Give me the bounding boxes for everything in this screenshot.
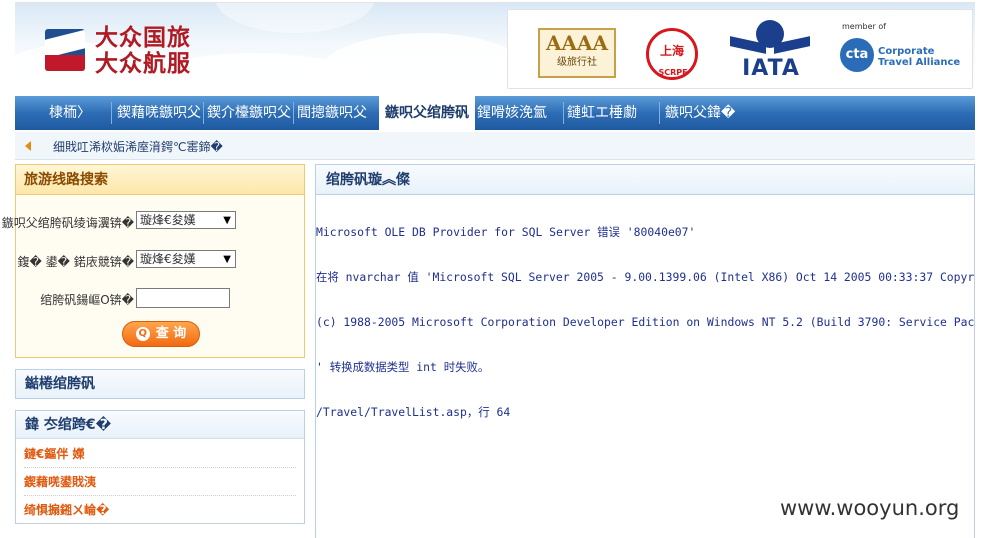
- departure-city-label: 鍑� 鍙� 鍩庡競锛�: [17, 255, 134, 269]
- arrow-left-icon[interactable]: [25, 141, 31, 151]
- hot-routes-title[interactable]: 鐑棬绾胯矾: [16, 370, 304, 398]
- nav-divider: [111, 102, 112, 124]
- dropdown-arrow-icon: ▼: [223, 215, 231, 226]
- departure-city-select[interactable]: 璇烽€夋嫨 ▼: [136, 250, 236, 268]
- nav-item-international[interactable]: 鍥介檯鏃呮父: [207, 96, 291, 130]
- route-name-label: 绾胯矾鍚嶇О锛�: [40, 293, 134, 307]
- error-line: (c) 1988-2005 Microsoft Corporation Deve…: [316, 315, 974, 329]
- route-link-item[interactable]: 鍥藉唴鍙戝洟: [24, 469, 296, 496]
- nav-item-domestic[interactable]: 鍥藉唴鏃呮父: [117, 96, 201, 130]
- route-type-value: 璇烽€夋嫨: [140, 213, 196, 227]
- aaaa-badge: AAAA 级旅行社: [538, 28, 616, 78]
- query-button-label: 查 询: [155, 326, 187, 341]
- search-panel-title: 旅游线路搜索: [16, 165, 304, 195]
- departure-city-row: 鍑� 鍙� 鍩庡競锛� 璇烽€夋嫨 ▼: [16, 250, 306, 272]
- main-nav: 棣栭〉 鍥藉唴鏃呮父 鍥介檯鏃呮父 閭摠鏃呮父 鏃呮父绾胯矾 鍟嗗姟浼氳 鏈虹エ…: [15, 96, 975, 130]
- cta-member-label: member of: [842, 22, 887, 31]
- route-type-select[interactable]: 璇烽€夋嫨 ▼: [136, 211, 236, 229]
- route-link-item[interactable]: 鏈€鏂伴 嬫: [24, 441, 296, 468]
- nav-item-tickets[interactable]: 鏈虹エ棰勮: [567, 96, 637, 130]
- nav-item-company[interactable]: 鏃呮父鍏�: [665, 96, 735, 130]
- header-banner: 大众国旅 大众航服 AAAA 级旅行社 上海 SCRPF IATA member…: [15, 2, 975, 94]
- nav-item-business[interactable]: 鍟嗗姟浼氳: [477, 96, 547, 130]
- page: 大众国旅 大众航服 AAAA 级旅行社 上海 SCRPF IATA member…: [2, 0, 975, 538]
- logo-line-1: 大众国旅: [95, 24, 191, 51]
- dropdown-arrow-icon: ▼: [223, 254, 231, 265]
- route-name-row: 绾胯矾鍚嶇О锛�: [16, 288, 306, 310]
- nav-item-home[interactable]: 棣栭〉: [49, 96, 91, 130]
- search-icon: Q: [135, 327, 150, 341]
- cta-circle-icon: cta: [840, 38, 874, 72]
- route-links-panel: 鍏 冭绾跨€� 鏈€鏂伴 嬫 鍥藉唴鍙戝洟 绮惧搧鎺ㄨ崘�: [15, 410, 305, 524]
- cloud-decoration: [315, 33, 535, 94]
- route-detail-panel: 绾胯矾璇︽儏 Microsoft OLE DB Provider for SQL…: [315, 164, 975, 538]
- error-line: Microsoft OLE DB Provider for SQL Server…: [316, 225, 696, 239]
- sql-error-message: Microsoft OLE DB Provider for SQL Server…: [316, 195, 974, 450]
- company-logo-text[interactable]: 大众国旅 大众航服: [95, 25, 225, 77]
- error-line: 在将 nvarchar 值 'Microsoft SQL Server 2005…: [316, 270, 974, 284]
- nav-divider: [563, 102, 564, 124]
- cloud-decoration: [215, 3, 375, 33]
- iata-badge: IATA: [730, 20, 810, 84]
- announcement-bar: 细戝叿浠栨姤浠庢湇鍔℃寚鍗�: [15, 132, 975, 160]
- certification-logos: AAAA 级旅行社 上海 SCRPF IATA member of cta Co…: [507, 9, 973, 89]
- watermark: www.wooyun.org: [780, 496, 960, 520]
- route-links-title: 鍏 冭绾跨€�: [16, 411, 304, 439]
- error-line: /Travel/TravelList.asp，行 64: [316, 405, 511, 419]
- scrpf-mark: 上海: [659, 44, 684, 58]
- logo-line-2: 大众航服: [95, 50, 191, 77]
- nav-item-routes[interactable]: 鏃呮父绾胯矾: [379, 96, 475, 130]
- cta-badge: member of cta Corporate Travel Alliance: [834, 22, 964, 82]
- nav-divider: [659, 102, 660, 124]
- error-line: ' 转换成数据类型 int 时失败。: [316, 360, 490, 374]
- query-button[interactable]: Q查 询: [122, 321, 200, 347]
- route-type-label: 鏃呮父绾胯矾绫诲瀷锛�: [1, 216, 134, 230]
- company-logo-icon[interactable]: [45, 29, 85, 71]
- nav-divider: [293, 102, 294, 124]
- route-name-input[interactable]: [136, 288, 230, 308]
- cta-name: Corporate Travel Alliance: [878, 46, 961, 68]
- aaaa-badge-title: AAAA: [545, 31, 609, 55]
- nav-divider: [203, 102, 204, 124]
- announcement-text[interactable]: 细戝叿浠栨姤浠庢湇鍔℃寚鍗�: [53, 138, 223, 155]
- route-detail-title: 绾胯矾璇︽儏: [316, 165, 974, 195]
- route-link-item[interactable]: 绮惧搧鎺ㄨ崘�: [24, 497, 296, 524]
- iata-label: IATA: [742, 56, 800, 81]
- scrpf-badge: 上海 SCRPF: [644, 26, 704, 82]
- scrpf-label: SCRPF: [658, 68, 688, 77]
- departure-city-value: 璇烽€夋嫨: [140, 252, 196, 266]
- route-search-panel: 旅游线路搜索 鏃呮父绾胯矾绫诲瀷锛� 璇烽€夋嫨 ▼ 鍑� 鍙� 鍩庡競锛� 璇…: [2, 164, 306, 358]
- aaaa-badge-subtitle: 级旅行社: [557, 57, 597, 68]
- nav-item-cruise[interactable]: 閭摠鏃呮父: [297, 96, 367, 130]
- hot-routes-panel: 鐑棬绾胯矾: [15, 369, 305, 399]
- route-type-row: 鏃呮父绾胯矾绫诲瀷锛� 璇烽€夋嫨 ▼: [2, 211, 306, 233]
